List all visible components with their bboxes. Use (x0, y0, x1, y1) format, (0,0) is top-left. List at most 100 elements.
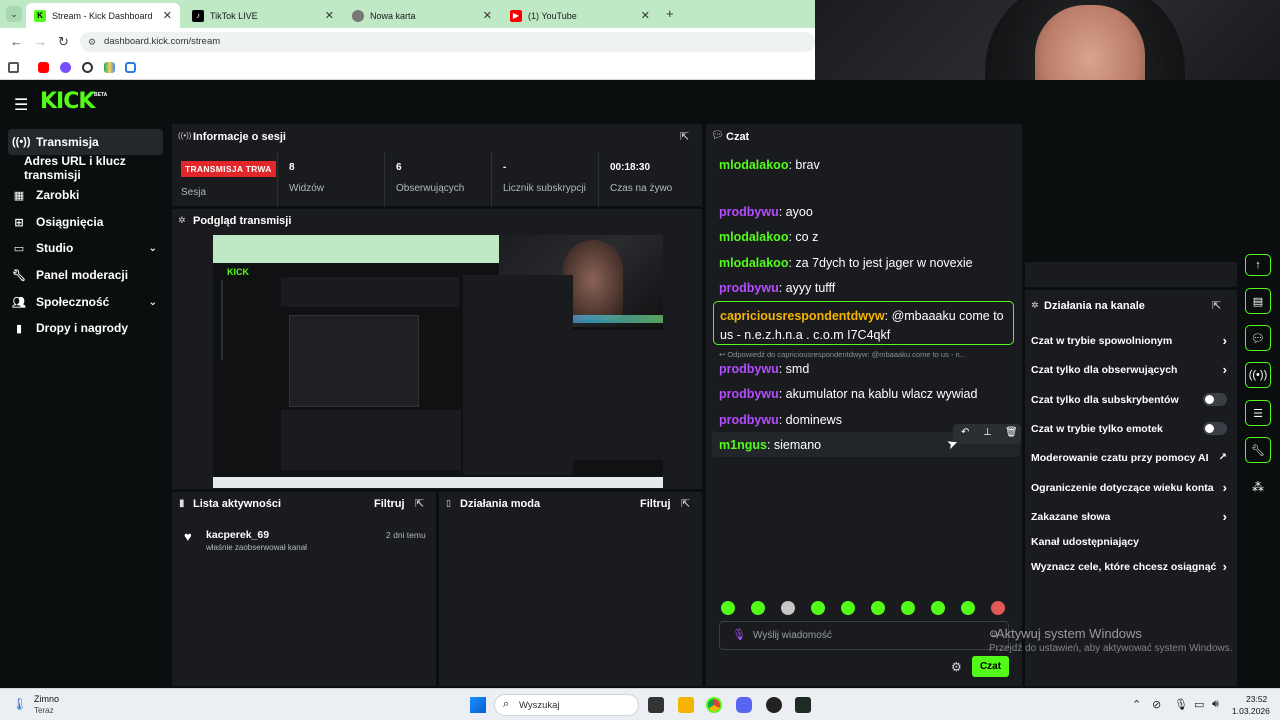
mod-actions-filter-button[interactable]: Filtruj (640, 498, 671, 510)
activity-filter-button[interactable]: Filtruj (374, 498, 405, 510)
kick-logo[interactable]: KICK (40, 89, 95, 114)
stream-preview-video[interactable]: KICK (213, 235, 663, 488)
close-tab-icon[interactable]: ✕ (163, 9, 172, 22)
file-explorer-icon[interactable] (678, 697, 694, 713)
pin-icon[interactable]: ⊥ (983, 427, 992, 438)
slow-mode-row[interactable]: Czat w trybie spowolnionym › (1031, 333, 1227, 348)
whatsapp-bookmark-icon[interactable] (82, 62, 93, 73)
chat-username[interactable]: prodbywu (719, 281, 779, 295)
discord-icon[interactable] (736, 697, 752, 713)
delete-icon[interactable]: 🗑︎ (1005, 427, 1018, 438)
emote-icon[interactable] (961, 601, 975, 615)
popout-icon[interactable]: ⇱ (681, 497, 690, 510)
sidebar-item-stream-key[interactable]: Adres URL i klucz transmisji (24, 154, 179, 182)
tab-tiktok-live[interactable]: ♪ TikTok LIVE ✕ (184, 3, 342, 28)
emote-icon[interactable] (901, 601, 915, 615)
mic-icon[interactable]: 🎙︎ (732, 628, 746, 641)
drive-bookmark-icon[interactable] (104, 62, 115, 73)
microphone-tray-icon[interactable]: 🎙︎ (1174, 698, 1188, 711)
emote-icon[interactable] (751, 601, 765, 615)
url-field[interactable]: ⚙ dashboard.kick.com/stream (80, 32, 815, 52)
apps-grid-icon[interactable] (8, 62, 19, 73)
emote-icon[interactable] (811, 601, 825, 615)
sidebar-item-dropy[interactable]: ▮ Dropy i nagrody (8, 315, 163, 341)
chat-input[interactable]: 🎙︎ Wyślij wiadomość ☺ (719, 621, 1009, 650)
sidebar-item-zarobki[interactable]: ▦ Zarobki (8, 182, 163, 208)
tab-list-chevron-icon[interactable]: ⌄ (6, 6, 22, 22)
emote-icon[interactable] (931, 601, 945, 615)
popout-icon[interactable]: ⇱ (1212, 299, 1221, 312)
weather-icon[interactable]: 🌡︎ (12, 697, 27, 711)
reload-icon[interactable]: ↻ (58, 34, 69, 50)
chat-username[interactable]: prodbywu (719, 413, 779, 427)
windows-start-icon[interactable] (470, 697, 486, 713)
bookmark-blue-icon[interactable] (125, 62, 136, 73)
subscribers-only-toggle[interactable] (1203, 393, 1227, 406)
sidebar-item-panel-moderacji[interactable]: 🔧︎ Panel moderacji (8, 262, 163, 288)
chat-username[interactable]: prodbywu (719, 362, 779, 376)
site-info-icon[interactable]: ⚙ (88, 32, 96, 52)
rail-chat-icon[interactable]: 💬︎ (1245, 325, 1271, 351)
rail-wrench-icon[interactable]: 🔧︎ (1245, 437, 1271, 463)
banned-words-row[interactable]: Zakazane słowa › (1031, 509, 1227, 524)
account-age-row[interactable]: Ograniczenie dotyczące wieku konta › (1031, 480, 1227, 495)
ai-moderation-row[interactable]: Moderowanie czatu przy pomocy AI ↗ (1031, 452, 1227, 464)
menu-icon[interactable]: ☰ (14, 95, 28, 115)
goals-row[interactable]: Wyznacz cele, które chcesz osiągnąć › (1031, 559, 1227, 574)
emote-icon[interactable] (841, 601, 855, 615)
rail-broadcast-icon[interactable]: ((•)) (1245, 362, 1271, 388)
youtube-bookmark-icon[interactable] (38, 62, 49, 73)
emote-icon[interactable] (721, 601, 735, 615)
sidebar-item-osiagniecia[interactable]: ⊞ Osiągnięcia (8, 209, 163, 235)
followers-only-row[interactable]: Czat tylko dla obserwujących › (1031, 362, 1227, 377)
bookmark-purple-icon[interactable] (60, 62, 71, 73)
clock-date[interactable]: 1.03.2026 (1232, 706, 1270, 716)
emote-icon[interactable] (871, 601, 885, 615)
network-icon[interactable]: ⊘ (1152, 698, 1161, 711)
close-tab-icon[interactable]: ✕ (483, 9, 492, 22)
obs-icon[interactable] (766, 697, 782, 713)
popout-icon[interactable]: ⇱ (680, 130, 689, 143)
taskbar-search[interactable]: ⌕ Wyszukaj (494, 694, 639, 716)
wifi-icon[interactable]: ▭ (1194, 698, 1204, 711)
back-arrow-icon[interactable]: ← (10, 34, 23, 49)
close-tab-icon[interactable]: ✕ (641, 9, 650, 22)
activity-user[interactable]: kacperek_69 (206, 529, 269, 541)
new-tab-plus-icon[interactable]: + (666, 6, 674, 21)
rail-list-icon[interactable]: ☰ (1245, 400, 1271, 426)
chat-username[interactable]: prodbywu (719, 205, 779, 219)
chat-username[interactable]: capriciousrespondentdwyw (720, 309, 885, 323)
sharing-channel-row[interactable]: Kanał udostępniający (1031, 536, 1227, 548)
chat-username[interactable]: m1ngus (719, 438, 767, 452)
reply-icon[interactable]: ↶ (961, 427, 969, 438)
chat-username[interactable]: mlodalakoo (719, 256, 788, 270)
sidebar-item-transmisja[interactable]: ((•)) Transmisja (8, 129, 163, 155)
tab-youtube[interactable]: ▶ (1) YouTube ✕ (502, 3, 658, 28)
chat-username[interactable]: prodbywu (719, 387, 779, 401)
emote-icon[interactable] (991, 601, 1005, 615)
gear-icon[interactable]: ⚙ (951, 660, 962, 674)
rail-community-icon[interactable]: ⁂ (1252, 480, 1264, 494)
rail-document-icon[interactable]: ▤ (1245, 288, 1271, 314)
app-icon[interactable] (795, 697, 811, 713)
sidebar-item-studio[interactable]: ▭ Studio ⌄ (8, 235, 163, 261)
tab-new-tab[interactable]: Nowa karta ✕ (344, 3, 500, 28)
volume-icon[interactable]: 🔊︎ (1212, 698, 1219, 711)
sidebar-item-spolecznosc[interactable]: 👥︎ Społeczność ⌄ (8, 289, 163, 315)
rail-button-top[interactable]: ↑ (1245, 254, 1271, 276)
weather-title[interactable]: Zimno (34, 694, 59, 704)
send-chat-button[interactable]: Czat (972, 656, 1009, 677)
emote-only-toggle[interactable] (1203, 422, 1227, 435)
emote-icon[interactable] (781, 601, 795, 615)
popout-icon[interactable]: ⇱ (415, 497, 424, 510)
chat-username[interactable]: mlodalakoo (719, 158, 788, 172)
chrome-icon[interactable] (706, 697, 722, 713)
close-tab-icon[interactable]: ✕ (325, 9, 334, 22)
shield-icon: ✲ (1031, 300, 1039, 310)
chat-username[interactable]: mlodalakoo (719, 230, 788, 244)
task-view-icon[interactable] (648, 697, 664, 713)
clock-time[interactable]: 23:52 (1246, 694, 1267, 704)
forward-arrow-icon[interactable]: → (34, 34, 47, 49)
tab-kick-dashboard[interactable]: K Stream - Kick Dashboard ✕ (26, 3, 180, 28)
tray-chevron-icon[interactable]: ⌃ (1132, 698, 1141, 711)
